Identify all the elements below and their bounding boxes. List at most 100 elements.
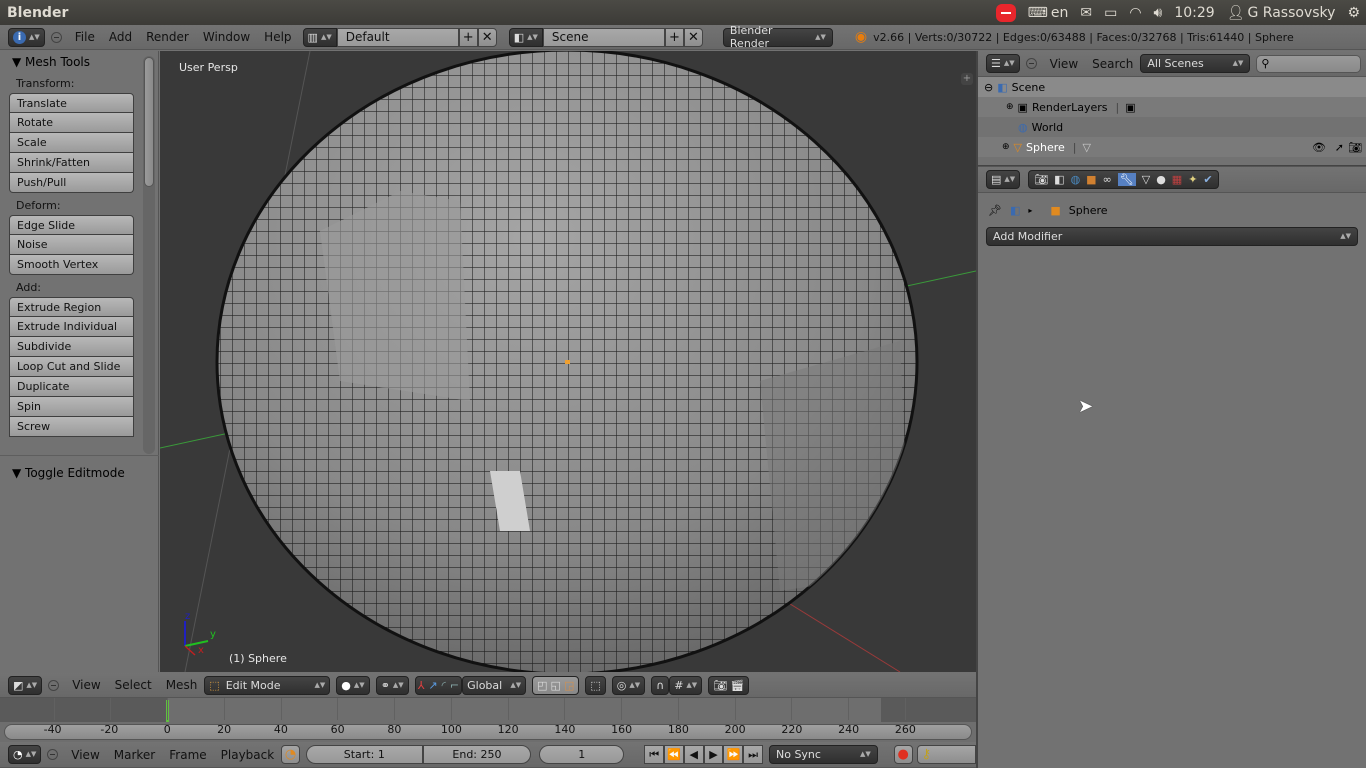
render-engine-dropdown[interactable]: Blender Render ▲▼ <box>722 24 833 50</box>
mesh-data-icon[interactable]: ▽ <box>1083 141 1091 154</box>
outliner-search-input[interactable]: ⚲ <box>1256 54 1362 73</box>
play-button[interactable]: ▶ <box>703 745 724 764</box>
extrude-region-button[interactable]: Extrude Region <box>9 297 134 317</box>
add-modifier-dropdown[interactable]: Add Modifier ▲▼ <box>986 227 1358 246</box>
menu-add[interactable]: Add <box>109 30 132 44</box>
tool-shelf-scrollbar[interactable] <box>144 57 154 187</box>
transform-orientation-dropdown[interactable]: Global ▲▼ <box>462 675 527 695</box>
mode-dropdown[interactable]: ⬚ Edit Mode ▲▼ <box>204 675 331 695</box>
screw-button[interactable]: Screw <box>9 417 134 437</box>
outliner-row-sphere[interactable]: ⊕ ▽ Sphere | ▽ 👁︎ ➚ 📷︎ <box>978 137 1366 157</box>
viewport-shading-dropdown[interactable]: ● ▲▼ <box>336 675 370 695</box>
menu-file[interactable]: File <box>75 30 95 44</box>
battery-icon[interactable]: ▭ <box>1098 0 1123 25</box>
tab-material[interactable]: ● <box>1156 173 1166 186</box>
clock[interactable]: 10:29 <box>1168 0 1220 25</box>
editor-type-3d-view[interactable]: ◩ ▲▼ <box>8 675 43 695</box>
editor-type-properties[interactable]: ▤ ▲▼ <box>986 170 1021 189</box>
rotate-manipulator-icon[interactable]: ◜ <box>442 679 446 692</box>
collapse-menu-icon[interactable] <box>50 31 62 43</box>
snap-toggle[interactable]: ∩ <box>651 675 670 695</box>
tab-physics[interactable]: ✔ <box>1203 173 1212 186</box>
editor-type-outliner[interactable]: ☰ ▲▼ <box>986 54 1020 73</box>
play-reverse-button[interactable]: ◀ <box>683 745 704 764</box>
renderability-camera-icon[interactable]: 📷︎ <box>1348 141 1362 154</box>
scene-field[interactable]: Scene <box>542 27 665 47</box>
scale-button[interactable]: Scale <box>9 133 134 153</box>
renderlayer-icon[interactable]: ▣ <box>1125 101 1135 114</box>
tab-scene[interactable]: ◧ <box>1054 173 1064 186</box>
rotate-button[interactable]: Rotate <box>9 113 134 133</box>
jump-to-end-button[interactable]: ⏭ <box>743 745 763 764</box>
tab-modifiers[interactable]: 🔧︎ <box>1117 173 1136 186</box>
subdivide-button[interactable]: Subdivide <box>9 337 134 357</box>
menu-window[interactable]: Window <box>203 30 250 44</box>
jump-to-keyframe-next-button[interactable]: ⏩ <box>723 745 744 764</box>
tab-render[interactable]: 📷︎ <box>1034 173 1048 186</box>
gear-icon[interactable]: ⚙ <box>1341 0 1366 25</box>
collapse-toggle-icon[interactable]: ⊖ <box>984 81 993 94</box>
noise-button[interactable]: Noise <box>9 235 134 255</box>
jump-to-keyframe-prev-button[interactable]: ⏪ <box>664 745 684 764</box>
keying-set-field[interactable]: ⚷ <box>916 745 976 764</box>
tab-world[interactable]: ◍ <box>1071 173 1081 186</box>
menu-help[interactable]: Help <box>264 30 291 44</box>
add-layout-button[interactable]: + <box>458 27 478 47</box>
screen-layout-selector[interactable]: ▥ ▲▼ <box>302 27 337 47</box>
collapse-menu-icon[interactable] <box>1025 58 1037 69</box>
tab-object[interactable]: ■ <box>1086 173 1096 186</box>
menu-search[interactable]: Search <box>1092 57 1133 71</box>
face-select-icon[interactable]: ◲ <box>564 679 574 692</box>
scene-selector[interactable]: ◧ ▲▼ <box>508 27 543 47</box>
spin-button[interactable]: Spin <box>9 397 134 417</box>
3d-viewport[interactable]: User Persp z y x (1) Sphere + <box>160 51 976 672</box>
vertex-select-icon[interactable]: ◰ <box>537 679 547 692</box>
expand-toggle-icon[interactable]: ⊕ <box>1006 102 1014 112</box>
snap-element-dropdown[interactable]: # ▲▼ <box>669 675 703 695</box>
scale-manipulator-icon[interactable]: ⌐ <box>450 679 459 692</box>
volume-icon[interactable]: 🔊︎ <box>1148 0 1169 25</box>
screen-layout-field[interactable]: Default <box>336 27 459 47</box>
duplicate-button[interactable]: Duplicate <box>9 377 134 397</box>
jump-to-start-button[interactable]: ⏮ <box>644 745 665 764</box>
mesh-tools-panel-header[interactable]: ▼ Mesh Tools <box>0 51 158 73</box>
menu-marker[interactable]: Marker <box>114 748 155 762</box>
selected-vertex[interactable] <box>565 360 570 364</box>
visibility-eye-icon[interactable]: 👁︎ <box>1312 141 1326 154</box>
menu-view[interactable]: View <box>72 678 100 692</box>
opengl-render-animation-icon[interactable]: 🎬︎ <box>730 679 744 692</box>
display-mode-dropdown[interactable]: All Scenes ▲▼ <box>1140 54 1251 73</box>
loop-cut-slide-button[interactable]: Loop Cut and Slide <box>9 357 134 377</box>
start-frame-field[interactable]: Start: 1 <box>305 745 423 764</box>
menu-view[interactable]: View <box>71 748 99 762</box>
translate-manipulator-icon[interactable]: ↗ <box>428 679 437 692</box>
keyboard-icon[interactable]: ⌨ en <box>1022 0 1075 25</box>
collapse-menu-icon[interactable] <box>48 679 60 691</box>
auto-keying-toggle[interactable]: ● <box>893 745 913 764</box>
delete-scene-button[interactable]: ✕ <box>683 27 703 47</box>
menu-render[interactable]: Render <box>146 30 189 44</box>
menu-view[interactable]: View <box>1050 57 1078 71</box>
menu-playback[interactable]: Playback <box>221 748 275 762</box>
pin-icon[interactable]: 📌︎ <box>988 204 1002 217</box>
extrude-individual-button[interactable]: Extrude Individual <box>9 317 134 337</box>
timeline-scrollbar[interactable] <box>4 724 972 740</box>
smooth-vertex-button[interactable]: Smooth Vertex <box>9 255 134 275</box>
outliner-row-world[interactable]: ◍ World <box>978 117 1366 137</box>
preview-range-toggle[interactable]: ◔ <box>281 745 300 764</box>
outliner-row-scene[interactable]: ⊖ ◧ Scene <box>978 77 1366 97</box>
edge-slide-button[interactable]: Edge Slide <box>9 215 134 235</box>
push-pull-button[interactable]: Push/Pull <box>9 173 134 193</box>
limit-selection-button[interactable]: ⬚ <box>585 675 606 695</box>
collapse-menu-icon[interactable] <box>47 749 59 760</box>
shrink-fatten-button[interactable]: Shrink/Fatten <box>9 153 134 173</box>
current-frame-field[interactable]: 1 <box>539 745 625 764</box>
mail-icon[interactable]: ✉ <box>1074 0 1098 25</box>
tab-particles[interactable]: ✦ <box>1188 173 1197 186</box>
area-divider[interactable] <box>978 165 1366 166</box>
toggle-editmode-panel-header[interactable]: ▼ Toggle Editmode <box>0 462 125 484</box>
translate-button[interactable]: Translate <box>9 93 134 113</box>
tab-data[interactable]: ▽ <box>1142 173 1150 186</box>
menu-mesh[interactable]: Mesh <box>166 678 198 692</box>
outliner-row-renderlayers[interactable]: ⊕ ▣ RenderLayers | ▣ <box>978 97 1366 117</box>
